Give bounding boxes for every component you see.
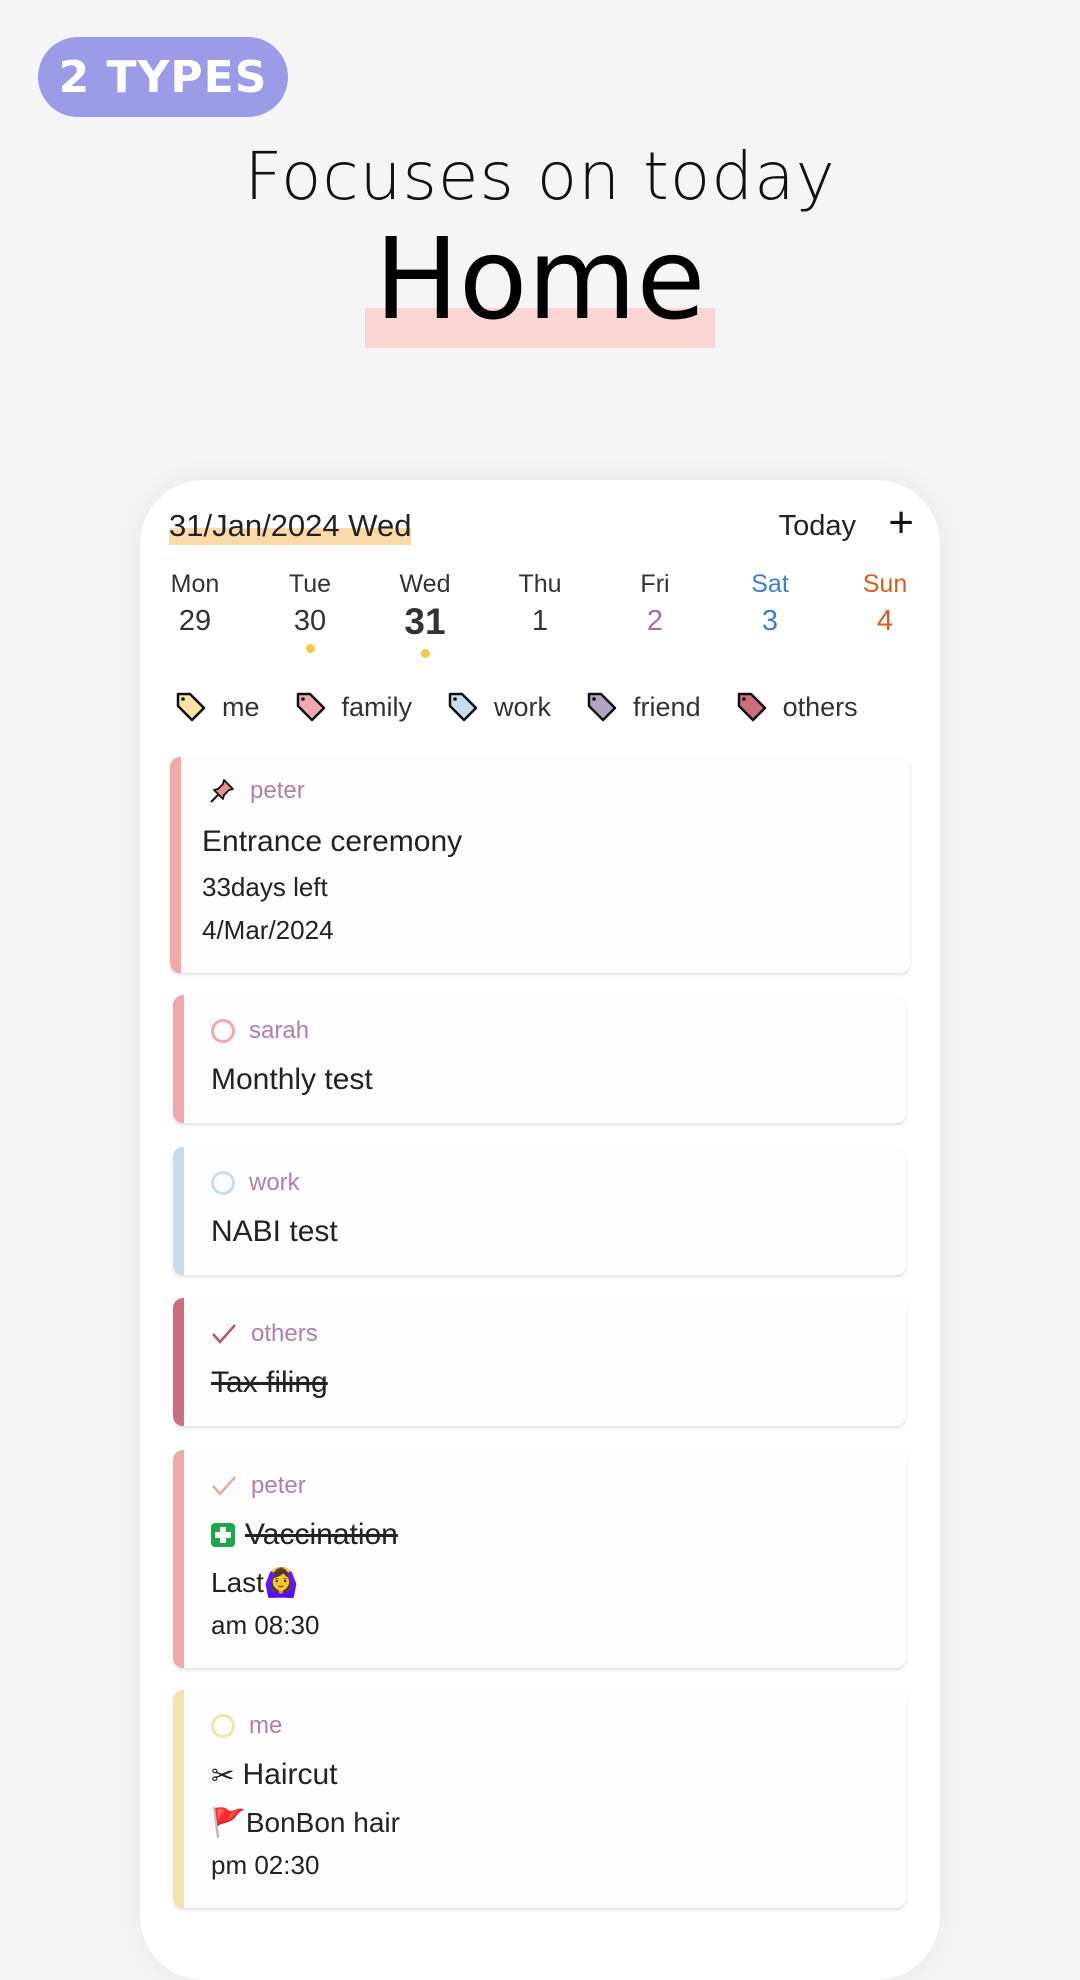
tag-family[interactable]: family: [294, 690, 413, 724]
day-name: Mon: [170, 570, 220, 598]
title-text: Home: [374, 215, 706, 345]
task-title: Haircut: [242, 1758, 338, 1791]
task-location: 🚩BonBon hair: [211, 1807, 400, 1838]
check-icon[interactable]: [211, 1474, 237, 1498]
today-button[interactable]: Today: [779, 510, 856, 543]
event-dot: [881, 644, 890, 653]
phone-screen: 31/Jan/2024 Wed Today + Mon 29 Tue 30 Wed 3…: [140, 480, 940, 1980]
tag-label: family: [341, 691, 413, 722]
day-mon[interactable]: Mon 29: [160, 570, 230, 658]
event-dot: [651, 644, 660, 653]
day-name: Sun: [862, 570, 908, 598]
day-thu[interactable]: Thu 1: [505, 570, 575, 658]
day-number: 3: [761, 605, 779, 637]
hospital-cross-icon: [211, 1523, 235, 1547]
subtitle: Focuses on today: [244, 138, 836, 215]
category-stripe: [173, 1298, 184, 1426]
types-badge: 2 TYPES: [38, 37, 288, 117]
task-date: 4/Mar/2024: [202, 915, 334, 945]
tag-me[interactable]: me: [174, 690, 260, 724]
tag-icon: [176, 692, 206, 722]
task-card[interactable]: peter Entrance ceremony 33days left 4/Ma…: [170, 757, 910, 973]
task-card[interactable]: sarah Monthly test: [173, 995, 906, 1123]
week-strip: Mon 29 Tue 30 Wed 31 Thu 1 Fri 2 Sat 3 Sun 4: [160, 570, 920, 658]
circle-icon[interactable]: [211, 1171, 235, 1195]
day-number: 1: [531, 605, 549, 637]
day-name: Sat: [751, 570, 789, 598]
check-icon[interactable]: [211, 1322, 237, 1346]
task-owner: peter: [251, 1472, 306, 1499]
circle-icon[interactable]: [211, 1019, 235, 1043]
event-dot: [766, 644, 775, 653]
task-time: am 08:30: [211, 1610, 320, 1640]
category-stripe: [173, 1147, 184, 1275]
plus-icon[interactable]: +: [888, 498, 914, 548]
category-stripe: [173, 1690, 184, 1908]
tag-label: friend: [633, 691, 701, 722]
tag-label: work: [494, 691, 552, 722]
category-stripe: [173, 995, 184, 1123]
task-card[interactable]: me ✂ Haircut 🚩BonBon hair pm 02:30: [173, 1690, 906, 1908]
day-number: 29: [178, 605, 212, 637]
day-tue[interactable]: Tue 30: [275, 570, 345, 658]
day-number: 30: [293, 605, 327, 637]
task-owner: work: [249, 1169, 300, 1196]
category-stripe: [170, 757, 181, 973]
event-dot: [420, 649, 430, 658]
category-stripe: [173, 1450, 184, 1668]
day-name: Thu: [518, 570, 562, 598]
day-number: 2: [646, 605, 664, 637]
day-sun[interactable]: Sun 4: [850, 570, 920, 658]
task-time: pm 02:30: [211, 1850, 320, 1880]
day-wed[interactable]: Wed 31: [390, 570, 460, 658]
tag-work[interactable]: work: [446, 690, 551, 724]
task-title: Vaccination: [245, 1518, 398, 1551]
task-title: Monthly test: [211, 1063, 373, 1096]
task-owner: others: [251, 1320, 318, 1347]
task-title: NABI test: [211, 1215, 338, 1248]
tag-icon: [587, 692, 617, 722]
date-text: 31/Jan/2024 Wed: [169, 508, 412, 543]
day-number: 4: [876, 605, 894, 637]
event-dot: [191, 644, 200, 653]
task-card[interactable]: others Tax filing: [173, 1298, 906, 1426]
task-note: Last🙆‍♀️: [211, 1567, 299, 1598]
days-left: 33days left: [202, 872, 328, 902]
day-number: 31: [404, 601, 446, 642]
circle-icon[interactable]: [211, 1714, 235, 1738]
task-owner: peter: [250, 777, 305, 804]
event-dot: [305, 644, 315, 653]
day-fri[interactable]: Fri 2: [620, 570, 690, 658]
day-sat[interactable]: Sat 3: [735, 570, 805, 658]
tag-icon: [448, 692, 478, 722]
task-card[interactable]: peter Vaccination Last🙆‍♀️ am 08:30: [173, 1450, 906, 1668]
task-owner: sarah: [249, 1017, 310, 1044]
pin-icon: [210, 779, 234, 803]
day-name: Tue: [288, 570, 332, 598]
task-title: Tax filing: [211, 1366, 328, 1399]
day-name: Wed: [399, 570, 451, 598]
current-date[interactable]: 31/Jan/2024 Wed: [169, 508, 412, 545]
day-name: Fri: [640, 570, 670, 598]
tag-icon: [737, 692, 766, 722]
scissors-icon: ✂: [211, 1759, 235, 1791]
task-owner: me: [249, 1712, 283, 1739]
tag-label: me: [222, 691, 260, 722]
page-title: Home: [364, 220, 716, 348]
event-dot: [536, 644, 545, 653]
tag-filter-bar: me family work friend others: [174, 690, 858, 724]
tag-label: others: [782, 691, 858, 722]
task-title: Entrance ceremony: [202, 825, 463, 858]
tag-icon: [296, 692, 325, 722]
tag-others[interactable]: others: [735, 690, 858, 724]
task-card[interactable]: work NABI test: [173, 1147, 906, 1275]
tag-friend[interactable]: friend: [585, 690, 701, 724]
